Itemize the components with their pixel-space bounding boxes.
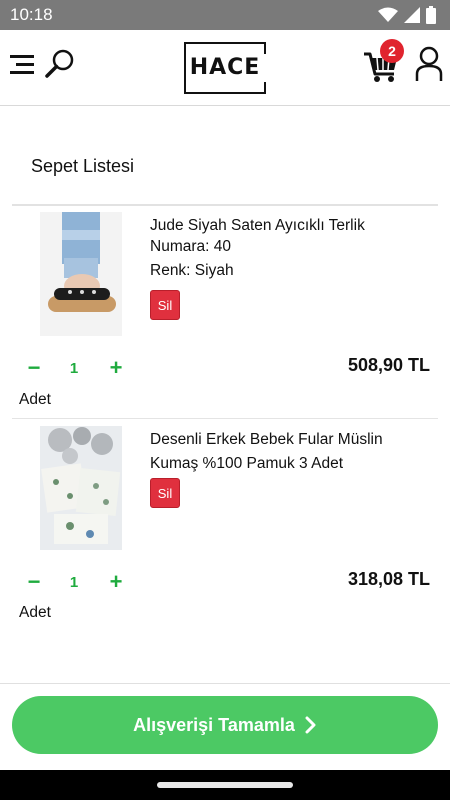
- battery-icon: [426, 6, 436, 24]
- cart-item: Jude Siyah Saten Ayıcıklı Terlik Numara:…: [0, 204, 450, 419]
- hace-logo[interactable]: HACE: [184, 42, 266, 94]
- status-icons: [378, 6, 436, 24]
- status-time: 10:18: [10, 5, 53, 24]
- logo-frame-tick: [264, 82, 266, 94]
- item-price: 508,90 TL: [347, 355, 430, 375]
- product-image-slippers[interactable]: [40, 212, 122, 336]
- wifi-icon: [378, 7, 398, 22]
- logo-frame-tick: [264, 42, 266, 54]
- search-icon[interactable]: [44, 48, 76, 80]
- home-gesture-handle[interactable]: [157, 782, 293, 788]
- quantity-value: 1: [69, 360, 79, 377]
- product-size: Numara: 40: [150, 238, 231, 255]
- checkout-button[interactable]: Alışverişi Tamamla: [12, 696, 438, 754]
- product-image-muslin-scarf[interactable]: [40, 426, 122, 550]
- checkout-label: Alışverişi Tamamla: [133, 714, 295, 735]
- remove-item-button[interactable]: Sil: [150, 478, 180, 508]
- status-bar: 10:18: [0, 0, 450, 30]
- increase-quantity-button[interactable]: +: [106, 571, 126, 593]
- divider: [0, 683, 450, 684]
- product-color: Renk: Siyah: [150, 262, 234, 279]
- chevron-right-icon: [305, 716, 316, 734]
- logo-text: HACE: [189, 55, 261, 80]
- page-title: Sepet Listesi: [31, 156, 135, 176]
- decrease-quantity-button[interactable]: −: [24, 357, 44, 379]
- cart-item: Desenli Erkek Bebek Fular Müslin Kumaş %…: [0, 418, 450, 632]
- remove-item-button[interactable]: Sil: [150, 290, 180, 320]
- product-title[interactable]: Jude Siyah Saten Ayıcıklı Terlik: [150, 214, 430, 238]
- item-price: 318,08 TL: [347, 569, 430, 589]
- signal-icon: [404, 7, 420, 23]
- cart-count-badge: 2: [380, 39, 404, 63]
- system-navigation-bar: [0, 770, 450, 800]
- app-header: HACE 2: [0, 30, 450, 106]
- quantity-unit: Adet: [19, 391, 51, 408]
- quantity-value: 1: [69, 574, 79, 591]
- quantity-unit: Adet: [19, 604, 51, 621]
- decrease-quantity-button[interactable]: −: [24, 571, 44, 593]
- product-title[interactable]: Desenli Erkek Bebek Fular Müslin Kumaş %…: [150, 428, 430, 476]
- menu-icon[interactable]: [10, 52, 36, 78]
- user-icon[interactable]: [414, 46, 444, 82]
- increase-quantity-button[interactable]: +: [106, 357, 126, 379]
